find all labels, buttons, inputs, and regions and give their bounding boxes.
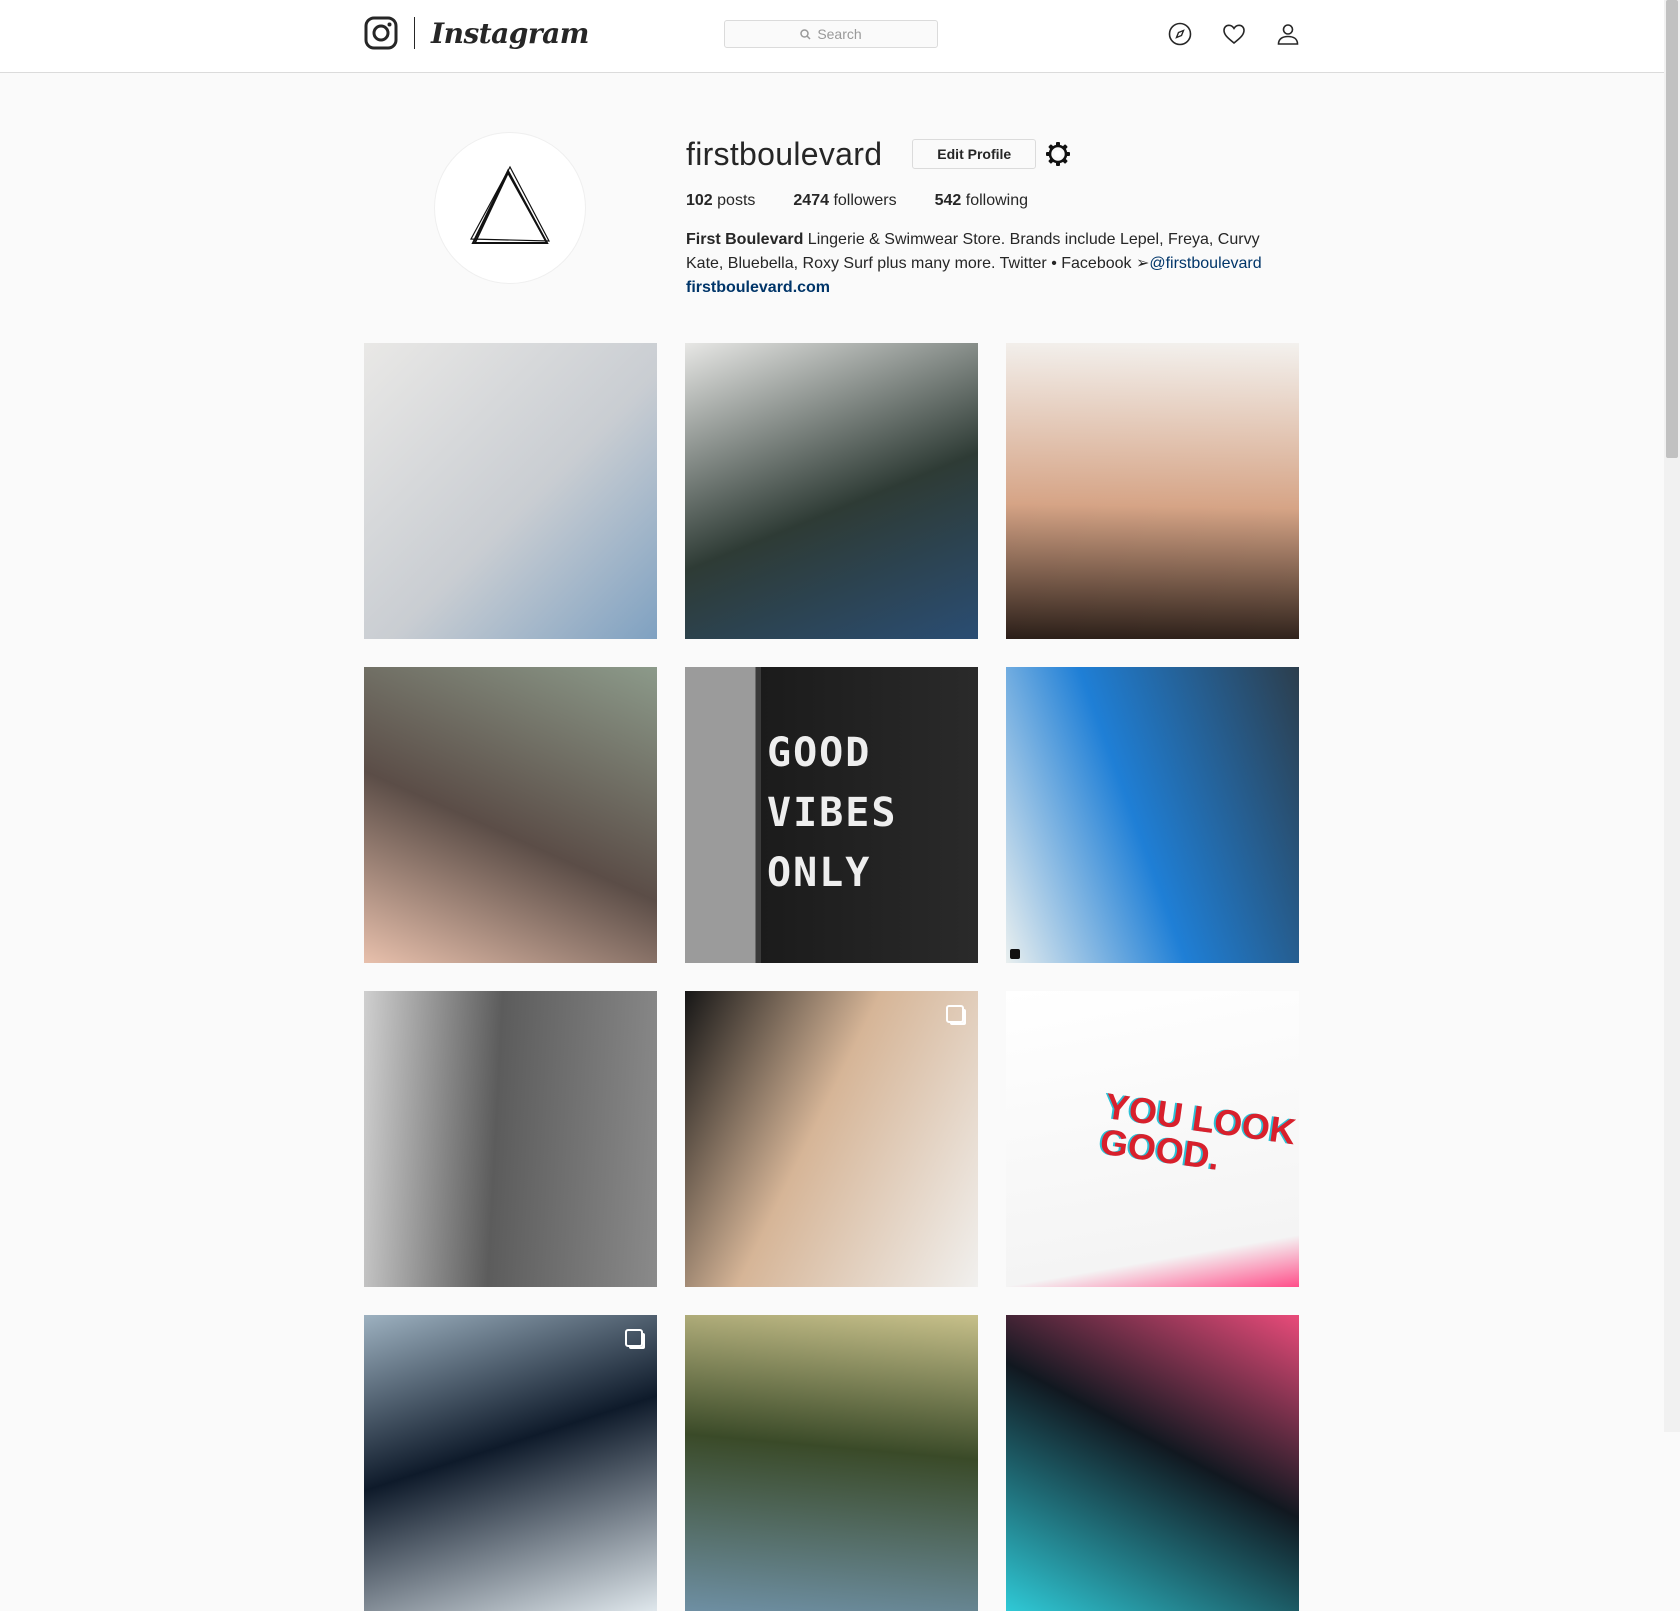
post-tile[interactable] [685,343,978,639]
search-input[interactable]: Search [724,20,938,48]
user-icon[interactable] [1276,22,1300,46]
profile-info: firstboulevard Edit Profile 102 posts 24… [686,132,1306,300]
letterboard-text: GOOD VIBES ONLY [767,730,898,896]
post-tile[interactable]: GOOD VIBES ONLY [685,667,978,963]
profile-title-row: firstboulevard Edit Profile [686,132,1306,176]
top-navigation: Instagram Search [0,0,1664,73]
post-tile[interactable] [1006,343,1299,639]
page-scrollbar[interactable] [1664,0,1680,1432]
following-label: following [965,192,1029,209]
multiple-photos-icon [625,1329,643,1347]
post-tile[interactable] [364,667,657,963]
compass-icon[interactable] [1168,22,1192,46]
post-tile[interactable] [685,1315,978,1611]
post-tile[interactable] [364,991,657,1287]
edit-profile-button[interactable]: Edit Profile [912,139,1037,169]
bio-website-link[interactable]: firstboulevard.com [686,276,1286,300]
poster-text: YOU LOOK GOOD. [1097,1085,1299,1178]
post-tile[interactable] [1006,667,1299,963]
post-tile[interactable] [364,343,657,639]
instagram-logo-icon[interactable] [364,16,398,50]
posts-grid: GOOD VIBES ONLY YOU LOOK GOOD. [364,343,1300,1611]
post-tile[interactable] [1006,1315,1299,1611]
scrollbar-thumb[interactable] [1666,0,1678,458]
search-placeholder: Search [817,26,862,42]
brand-divider [414,17,415,49]
following-stat[interactable]: 542 following [935,192,1028,210]
nav-inner: Instagram Search [364,0,1300,72]
profile-bio: First Boulevard Lingerie & Swimwear Stor… [686,228,1286,300]
posts-stat: 102 posts [686,192,755,210]
post-tile[interactable] [685,991,978,1287]
gear-icon[interactable] [1044,140,1072,168]
followers-stat[interactable]: 2474 followers [793,192,896,210]
nav-icons [1168,22,1300,46]
triangle-logo-icon [470,165,551,244]
bio-arrow: ➢ [1135,255,1150,272]
heart-icon[interactable] [1222,22,1246,46]
following-count: 542 [934,192,962,209]
followers-label: followers [833,192,897,209]
profile-stats: 102 posts 2474 followers 542 following [686,192,1306,210]
profile-avatar[interactable] [434,132,586,284]
instagram-wordmark[interactable]: Instagram [431,17,589,50]
profile-username: firstboulevard [686,135,883,172]
post-tile[interactable]: YOU LOOK GOOD. [1006,991,1299,1287]
bio-mention-link[interactable]: @firstboulevard [1149,255,1261,272]
posts-label: posts [717,192,756,209]
multiple-photos-icon [946,1005,964,1023]
brand[interactable]: Instagram [364,14,589,52]
bio-name: First Boulevard [686,231,804,248]
user-tag-icon [1010,949,1020,959]
posts-count: 102 [686,192,713,209]
followers-count: 2474 [793,192,829,209]
search-icon [800,28,811,40]
post-tile[interactable] [364,1315,657,1611]
